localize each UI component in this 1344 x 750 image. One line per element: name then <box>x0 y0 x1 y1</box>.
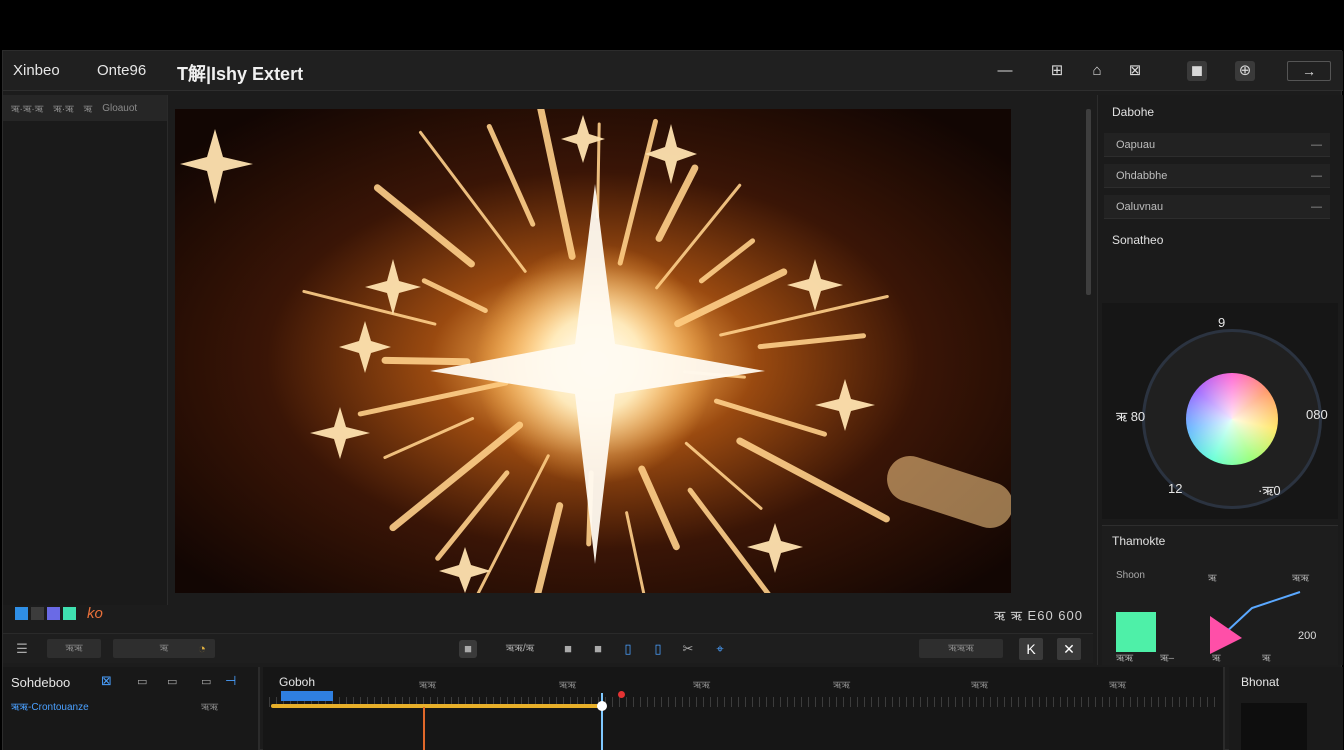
row-1-label: Oapuau <box>1116 139 1156 151</box>
menu-item-2[interactable]: Onte96 <box>97 62 146 79</box>
media-panel: ऋ·ऋ·ऋ ऋ·ऋ ऋ Gloauot <box>3 95 168 605</box>
playhead-handle[interactable] <box>597 701 607 711</box>
link-icon[interactable]: ⊠ <box>101 673 112 689</box>
color-swatch-gray[interactable] <box>31 607 44 620</box>
in-point-marker[interactable] <box>423 707 425 750</box>
tick-label-4: ऋऋ <box>833 680 851 691</box>
timeline-title: Goboh <box>279 675 316 689</box>
row-3-label: Oaluvnau <box>1116 201 1164 213</box>
field-1[interactable]: ऋऋ <box>47 639 101 658</box>
wheel-left-value: ऋ 80 <box>1116 409 1146 424</box>
export-button[interactable]: → <box>1287 61 1331 81</box>
work-area-bar[interactable] <box>271 704 603 708</box>
add-track-icon[interactable]: ⊣ <box>225 673 236 689</box>
curve-label-2: ऋ <box>1208 573 1217 584</box>
edit-icon[interactable]: ⊠ <box>1125 61 1145 81</box>
color-swatch-green[interactable] <box>63 607 76 620</box>
split-icon[interactable]: ✂ <box>679 640 697 658</box>
app-window: Xinbeo Onte96 T解|Ishy Extert — ⊞ ⌂ ⊠ ◼ ⊕… <box>2 50 1343 750</box>
mark-out-icon[interactable]: ▯ <box>649 640 667 658</box>
inspector-header: Dabohe <box>1112 105 1155 119</box>
viewer-footer: ko ऋ ऋ E60 600 <box>3 601 1093 627</box>
color-section-header: Sonatheo <box>1112 233 1164 247</box>
next-icon[interactable]: ■ <box>589 640 607 658</box>
starburst-preview-image <box>175 109 1011 593</box>
wheel-bottom-left-value: 12 <box>1168 481 1183 496</box>
app-title: T解|Ishy Extert <box>177 64 304 84</box>
audio-icon[interactable]: ▭ <box>201 675 211 688</box>
media-tabs: ऋ·ऋ·ऋ ऋ·ऋ ऋ Gloauot <box>3 95 167 121</box>
keyframe-button[interactable]: K <box>1019 638 1043 660</box>
shield-icon[interactable]: ◼ <box>1187 61 1207 81</box>
timeline[interactable]: Goboh ऋऋ ऋऋ ऋऋ ऋऋ ऋऋ ऋऋ <box>263 667 1225 750</box>
magnet-icon[interactable]: ⌖ <box>711 640 729 658</box>
tick-label-3: ऋऋ <box>693 680 711 691</box>
side-panel-title: Bhonat <box>1241 675 1280 689</box>
list-icon[interactable]: ☰ <box>13 640 31 658</box>
wheel-bottom-right-value: ·ऋ0 <box>1258 483 1281 498</box>
menubar: Xinbeo Onte96 T解|Ishy Extert — ⊞ ⌂ ⊠ ◼ ⊕… <box>3 51 1343 91</box>
green-swatch[interactable] <box>1116 612 1156 652</box>
track-name[interactable]: ऋऋ-Crontouanze <box>11 699 89 713</box>
home-icon[interactable]: ⌂ <box>1087 61 1107 81</box>
lock-icon[interactable]: ▭ <box>137 675 147 688</box>
color-wheel-area: 9 ऋ 80 080 12 ·ऋ0 <box>1102 303 1338 519</box>
viewer-readout: ऋ ऋ E60 600 <box>994 608 1083 623</box>
top-band <box>0 0 1344 48</box>
timeline-side-panel: Bhonat <box>1229 667 1343 750</box>
tick-label-1: ऋऋ <box>419 680 437 691</box>
viewer-label: ko <box>87 605 103 622</box>
light-ray <box>381 356 471 366</box>
color-wheel-core[interactable] <box>1186 373 1278 465</box>
tab-2[interactable]: ऋ·ऋ <box>53 101 73 115</box>
tab-1[interactable]: ऋ·ऋ·ऋ <box>11 101 43 115</box>
side-preview <box>1241 703 1307 750</box>
row-2-label: Ohdabbhe <box>1116 170 1168 182</box>
menu-item-1[interactable]: Xinbeo <box>13 62 60 79</box>
timecode-label: ऋऋ/ऋ <box>505 643 535 654</box>
curve-editor[interactable]: Thamokte Shoon ऋ ऋऋ ऋऋ ऋ– ऋ ऋ 200 <box>1102 525 1338 665</box>
viewer-scrollbar[interactable] <box>1086 109 1091 295</box>
tick-label-2: ऋऋ <box>559 680 577 691</box>
tab-3[interactable]: ऋ <box>84 101 93 115</box>
clock-icon[interactable]: ◔ <box>193 640 211 658</box>
preview-viewer[interactable] <box>175 109 1011 593</box>
transport-bar: ☰ ऋऋ ऋ ◔ ■ ऋऋ/ऋ ■ ■ ▯ ▯ ✂ ⌖ ऋऋऋ K ✕ <box>3 633 1093 663</box>
curve-value: 200 <box>1298 630 1317 642</box>
tab-4[interactable]: Gloauot <box>102 103 137 114</box>
field-right[interactable]: ऋऋऋ <box>919 639 1003 658</box>
wheel-top-value: 9 <box>1218 315 1226 330</box>
eye-icon[interactable]: ▭ <box>167 675 177 688</box>
settings-icon[interactable]: ⊕ <box>1235 61 1255 81</box>
minimize-icon[interactable]: — <box>995 61 1015 81</box>
curve-bottom-1: ऋऋ <box>1116 653 1134 664</box>
wheel-right-value: 080 <box>1306 407 1328 422</box>
inspector-row-2[interactable]: Ohdabbhe — <box>1104 164 1330 188</box>
track-panel-title: Sohdeboo <box>11 675 71 690</box>
inspector-row-3[interactable]: Oaluvnau — <box>1104 195 1330 219</box>
timeline-clip[interactable] <box>281 691 333 701</box>
tick-label-5: ऋऋ <box>971 680 989 691</box>
grid-icon[interactable]: ⊞ <box>1047 61 1067 81</box>
marker-dot[interactable] <box>618 691 625 698</box>
close-button[interactable]: ✕ <box>1057 638 1081 660</box>
stop-icon[interactable]: ■ <box>459 640 477 658</box>
curve-bottom-3: ऋ <box>1212 653 1221 664</box>
color-swatch-blue[interactable] <box>15 607 28 620</box>
mark-in-icon[interactable]: ▯ <box>619 640 637 658</box>
tick-label-6: ऋऋ <box>1109 680 1127 691</box>
inspector-row-1[interactable]: Oapuau — <box>1104 133 1330 157</box>
curve-label-3: ऋऋ <box>1292 573 1310 584</box>
track-small-label: ऋऋ <box>201 702 219 713</box>
curve-label-1: Shoon <box>1116 570 1145 581</box>
timeline-track-headers: Sohdeboo ⊠ ▭ ▭ ▭ ⊣ ऋऋ-Crontouanze ऋऋ <box>3 667 260 750</box>
prev-icon[interactable]: ■ <box>559 640 577 658</box>
curve-bottom-2: ऋ– <box>1160 653 1175 664</box>
curve-header: Thamokte <box>1112 534 1166 548</box>
color-swatch-purple[interactable] <box>47 607 60 620</box>
inspector-panel: Dabohe Oapuau — Ohdabbhe — Oaluvnau — Sonat… <box>1097 95 1343 665</box>
curve-bottom-4: ऋ <box>1262 653 1271 664</box>
